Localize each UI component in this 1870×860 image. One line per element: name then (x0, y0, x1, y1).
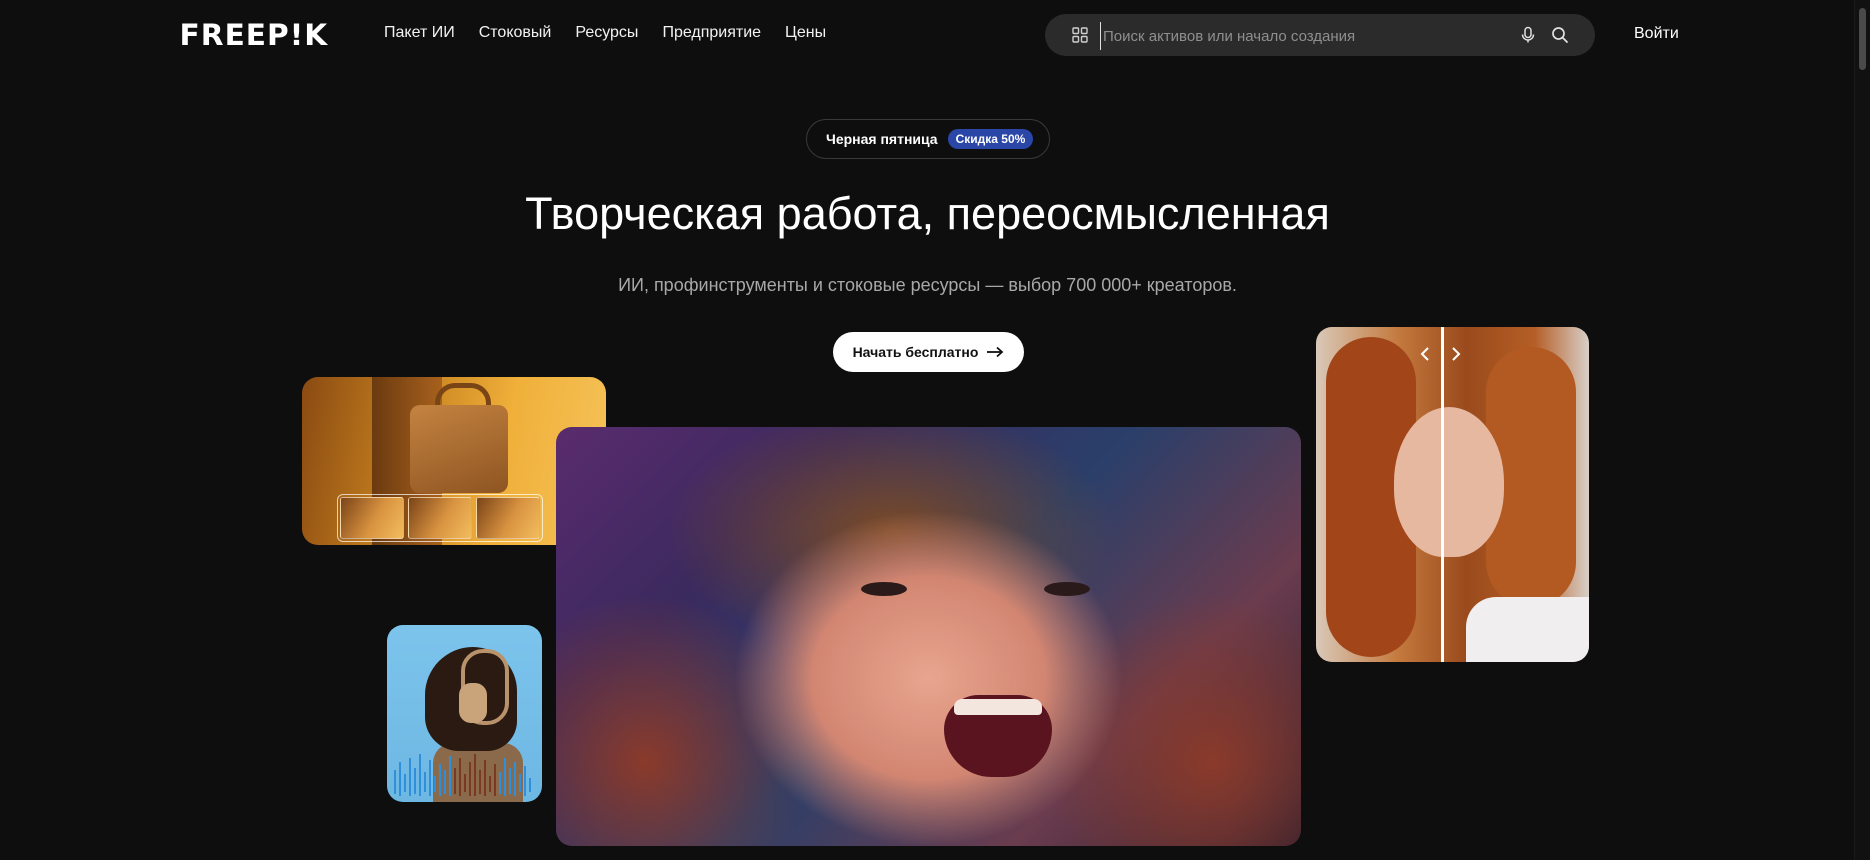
audio-waveform-icon (394, 754, 531, 796)
video-showcase-laughing-child[interactable] (556, 427, 1301, 846)
nav-item-enterprise[interactable]: Предприятие (662, 24, 761, 42)
variation-thumbnails (337, 494, 543, 542)
login-button[interactable]: Войти (1634, 25, 1679, 43)
discount-badge: Скидка 50% (947, 129, 1034, 149)
hero-title: Творческая работа, переосмысленная (525, 188, 1330, 239)
freepik-logo[interactable]: FREEP!K (180, 18, 329, 52)
nav-item-resources[interactable]: Ресурсы (575, 24, 638, 42)
before-after-portrait-image[interactable] (1316, 327, 1589, 662)
thumbnail[interactable] (476, 497, 540, 539)
eye (861, 582, 907, 596)
chevron-right-icon[interactable] (1447, 345, 1465, 363)
page-scrollbar[interactable] (1854, 0, 1870, 860)
compare-slider-handle[interactable] (1441, 327, 1444, 662)
nav-item-ai-pack[interactable]: Пакет ИИ (384, 24, 455, 42)
thumbnail[interactable] (408, 497, 472, 539)
search-icon[interactable] (1551, 26, 1569, 44)
grid-icon[interactable] (1072, 27, 1088, 43)
audio-showcase-image[interactable] (387, 625, 542, 802)
top-bar: FREEP!K Пакет ИИ Стоковый Ресурсы Предпр… (0, 0, 1855, 70)
search-bar (1045, 14, 1595, 56)
teeth (954, 699, 1042, 715)
page: FREEP!K Пакет ИИ Стоковый Ресурсы Предпр… (0, 0, 1870, 860)
shirt (1466, 597, 1589, 662)
promo-label: Черная пятница (826, 131, 938, 147)
scrollbar-thumb[interactable] (1859, 8, 1866, 70)
cta-label: Начать бесплатно (852, 344, 979, 360)
chevron-left-icon[interactable] (1416, 345, 1434, 363)
start-free-button[interactable]: Начать бесплатно (833, 332, 1024, 372)
face (1394, 407, 1504, 557)
arrow-right-icon (987, 346, 1004, 358)
nav-item-stock[interactable]: Стоковый (479, 24, 552, 42)
leather-bag (410, 405, 508, 493)
nav-item-pricing[interactable]: Цены (785, 24, 826, 42)
main-nav: Пакет ИИ Стоковый Ресурсы Предприятие Це… (384, 24, 826, 42)
headphone-earcup (459, 683, 487, 723)
black-friday-promo[interactable]: Черная пятница Скидка 50% (806, 119, 1050, 159)
hero-subtitle: ИИ, профинструменты и стоковые ресурсы —… (618, 275, 1237, 295)
thumbnail[interactable] (340, 497, 404, 539)
mic-icon[interactable] (1519, 26, 1537, 44)
search-input[interactable] (1100, 22, 1505, 50)
eye (1044, 582, 1090, 596)
